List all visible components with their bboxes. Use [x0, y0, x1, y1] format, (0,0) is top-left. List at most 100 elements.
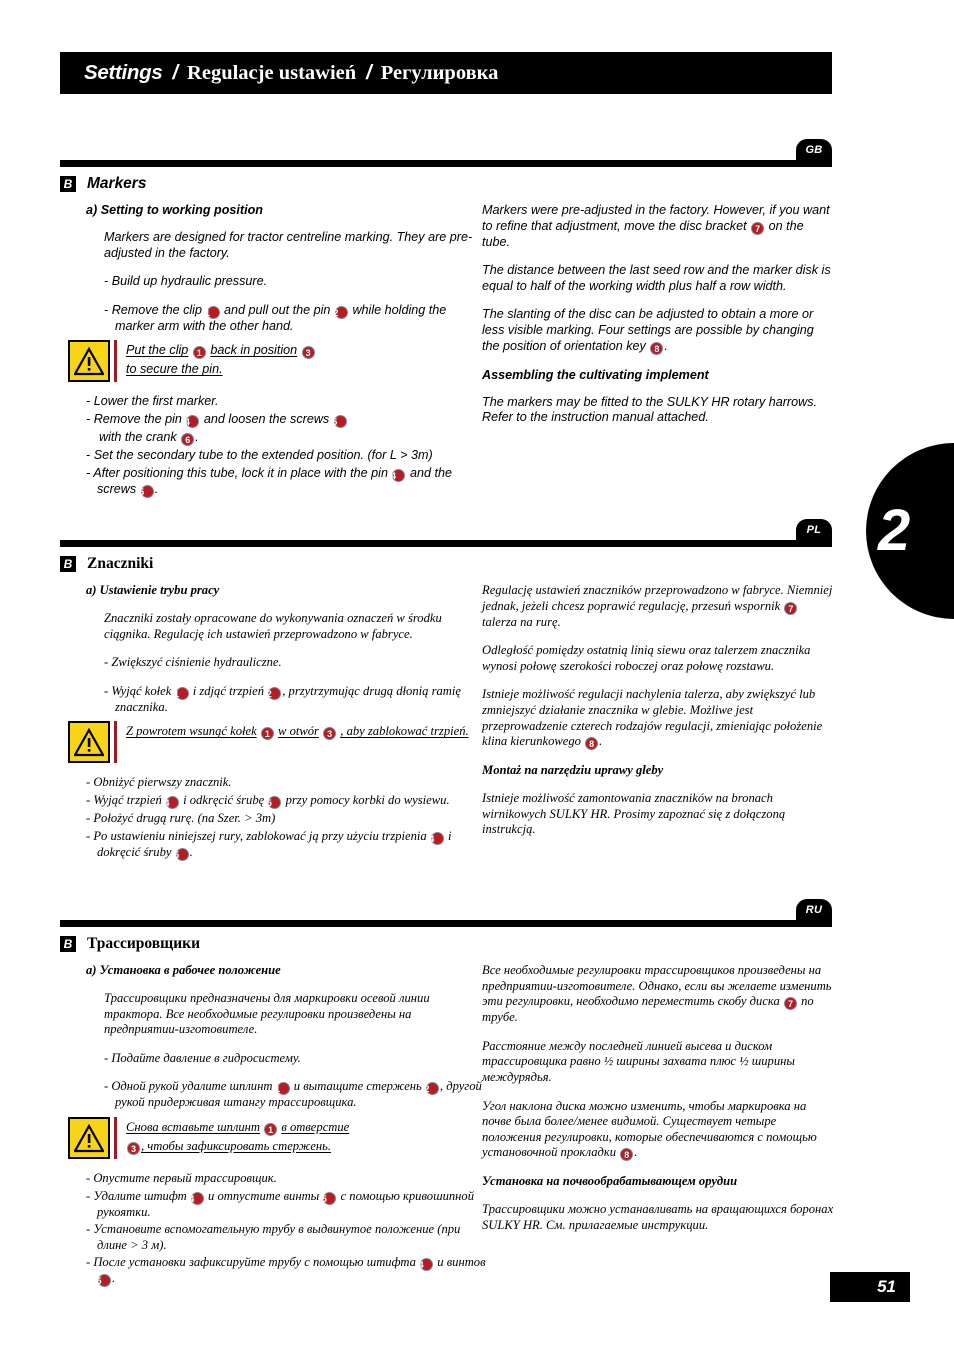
callout-number: 2: [333, 305, 348, 319]
list-item: - Set the secondary tube to the extended…: [86, 448, 486, 464]
intro-paragraph: Markers are designed for tractor centrel…: [104, 230, 473, 260]
list-item-text: - Установите вспомогательную трубу в выд…: [86, 1222, 461, 1252]
list-item: - After positioning this tube, lock it i…: [86, 466, 486, 498]
list-item: - После установки зафиксируйте трубу с п…: [86, 1255, 486, 1288]
warning-callout: Put the clip 1 back in position 3 to sec…: [68, 340, 486, 383]
warning-text-part: w otwór: [278, 724, 319, 739]
subsection-heading: a) Setting to working position: [86, 203, 264, 217]
list-item: - Wyjąć trzpień 4 i odkręcić śrubę 5 prz…: [86, 793, 486, 809]
list-item-text: - Одной рукой удалите шплинт: [104, 1079, 273, 1094]
section-markers-ru: RU B Трассировщики a) Установка в рабоче…: [60, 899, 834, 1303]
right-paragraph-4: Istnieje możliwość zamontowania znacznik…: [482, 791, 786, 837]
section-markers-en: GB B Markers a) Setting to working posit…: [60, 139, 834, 563]
paragraph-text: .: [634, 1145, 638, 1160]
section-title: Znaczniki: [87, 555, 154, 572]
callout-number: 4: [189, 1191, 204, 1205]
paragraph-text: Все необходимые регулировки трассировщик…: [482, 963, 832, 1009]
callout-number: 8: [620, 1148, 634, 1162]
callout-number: 5: [139, 484, 154, 498]
list-item-text: - After positioning this tube, lock it i…: [86, 465, 388, 480]
section-rule: [60, 540, 832, 547]
paragraph-text: The slanting of the disc can be adjusted…: [482, 307, 814, 353]
list-item: - Wyjąć kołek 1 i zdjąć trzpień 2, przyt…: [104, 684, 486, 716]
paragraph-text: .: [599, 734, 603, 749]
callout-number: 7: [783, 997, 797, 1011]
right-paragraph-2: Odległość pomiędzy ostatnią linią siewu …: [482, 643, 811, 673]
chapter-tab: 2: [866, 443, 954, 619]
list-item: - Установите вспомогательную трубу в выд…: [86, 1222, 486, 1253]
right-paragraph-1: Markers were pre-adjusted in the factory…: [482, 203, 834, 250]
list-item-text: - Obniżyć pierwszy znacznik.: [86, 775, 232, 790]
column-left: a) Ustawienie trybu pracy Znaczniki zost…: [68, 583, 486, 863]
list-item-text: przy pomocy korbki do wysiewu.: [285, 792, 450, 807]
callout-number: 1: [260, 727, 274, 741]
list-item: - Lower the first marker.: [86, 394, 486, 410]
warning-text-part: back in position: [210, 343, 298, 358]
callout-number: 4: [185, 414, 200, 428]
list-item-text: .: [195, 429, 199, 444]
callout-number: 8: [650, 341, 664, 355]
list-item-text: - Опустите первый трассировщик.: [86, 1170, 277, 1185]
section-title: Трассировщики: [87, 935, 201, 952]
right-heading: Assembling the cultivating implement: [482, 367, 709, 382]
section-heading: B Markers: [60, 175, 832, 193]
bullet-list-bottom: - Опустите первый трассировщик. - Удалит…: [86, 1170, 486, 1288]
warning-callout: Z powrotem wsunąć kołek 1 w otwór 3 , ab…: [68, 721, 486, 764]
right-paragraph-1: Все необходимые регулировки трассировщик…: [482, 963, 834, 1026]
list-item-text: - Удалите штифт: [86, 1188, 187, 1203]
section-columns: a) Ustawienie trybu pracy Znaczniki zost…: [60, 583, 832, 928]
callout-number: 2: [424, 1082, 439, 1096]
header-separator-1: /: [172, 61, 179, 84]
list-item: - Obniżyć pierwszy znacznik.: [86, 775, 486, 791]
warning-text-part: в отверстие: [281, 1119, 350, 1134]
warning-text: Z powrotem wsunąć kołek 1 w otwór 3 , ab…: [126, 721, 469, 741]
section-letter-badge: B: [60, 936, 76, 952]
language-badge-ru: RU: [796, 899, 832, 920]
right-paragraph-3: The slanting of the disc can be adjusted…: [482, 307, 834, 355]
paragraph-text: Istnieje możliwość regulacji nachylenia …: [482, 687, 823, 749]
section-markers-pl: PL B Znaczniki a) Ustawienie trybu pracy…: [60, 519, 832, 928]
section-letter-badge: B: [60, 556, 76, 572]
bullet-list-top: - Подайте давление в гидросистему. - Одн…: [104, 1051, 486, 1111]
list-item-text: - Zwiększyć ciśnienie hydrauliczne.: [104, 655, 282, 670]
callout-number: 5: [322, 1191, 337, 1205]
header-title-en: Settings: [84, 61, 163, 84]
callout-number: 5: [267, 795, 282, 809]
list-item-text: - Po ustawieniu niniejszej rury, zabloko…: [86, 828, 427, 843]
list-item-text: with the crank: [99, 429, 177, 444]
right-paragraph-3: Угол наклона диска можно изменить, чтобы…: [482, 1099, 834, 1162]
column-right: Regulację ustawień znaczników przeprowad…: [482, 583, 834, 851]
column-right: Все необходимые регулировки трассировщик…: [482, 963, 834, 1247]
page-number-badge: 51: [830, 1272, 910, 1302]
right-paragraph-3: Istnieje możliwość regulacji nachylenia …: [482, 687, 834, 751]
callout-number: 8: [585, 737, 599, 751]
callout-number: 1: [275, 1082, 290, 1096]
language-badge-pl: PL: [796, 519, 832, 540]
list-item: - Położyć drugą rurę. (na Szer. > 3m): [86, 811, 486, 827]
column-left: a) Установка в рабочее положение Трассир…: [68, 963, 486, 1289]
bullet-list-bottom: - Obniżyć pierwszy znacznik. - Wyjąć trz…: [86, 775, 486, 861]
list-item-text: - Położyć drugą rurę. (na Szer. > 3m): [86, 810, 276, 825]
language-badge-gb: GB: [796, 139, 832, 160]
bullet-list-top: - Build up hydraulic pressure. - Remove …: [104, 274, 486, 334]
callout-number: 7: [751, 221, 765, 235]
callout-number: 6: [181, 432, 195, 446]
warning-accent-bar: [114, 340, 117, 383]
list-item-text: и отпустите винты: [208, 1188, 320, 1203]
list-item: - Remove the clip 1 and pull out the pin…: [104, 303, 486, 335]
section-heading: B Znaczniki: [60, 555, 832, 573]
callout-number: 7: [784, 601, 798, 615]
callout-number: 4: [164, 795, 179, 809]
list-item-text: .: [189, 844, 193, 859]
list-item-text: - После установки зафиксируйте трубу с п…: [86, 1255, 416, 1270]
callout-number: 5: [174, 847, 189, 861]
list-item-text: .: [154, 481, 159, 496]
right-paragraph-2: Расстояние между последней линией высева…: [482, 1038, 795, 1084]
right-paragraph-4: The markers may be fitted to the SULKY H…: [482, 394, 818, 425]
list-item-text: - Remove the clip: [104, 302, 202, 317]
intro-paragraph: Znaczniki zostały opracowane do wykonywa…: [104, 611, 442, 641]
callout-number: 1: [264, 1122, 278, 1136]
list-item-text: - Wyjąć kołek: [104, 683, 172, 698]
bullet-list-top: - Zwiększyć ciśnienie hydrauliczne. - Wy…: [104, 655, 486, 715]
list-item: - Remove the pin 4 and loosen the screws…: [86, 412, 486, 428]
